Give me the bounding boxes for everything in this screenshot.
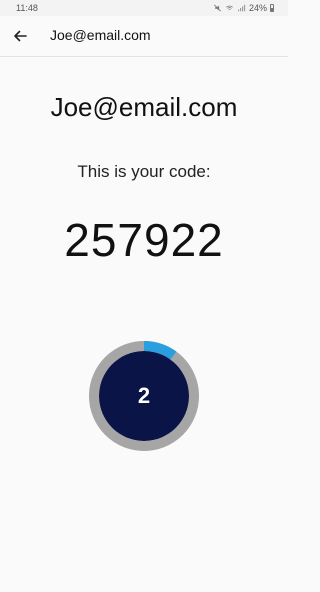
app-bar-title: Joe@email.com (50, 27, 151, 43)
battery-icon (270, 4, 274, 12)
back-arrow-icon[interactable] (10, 26, 30, 46)
wifi-icon (226, 5, 233, 10)
code-caption: This is your code: (77, 162, 211, 181)
account-email: Joe@email.com (50, 92, 238, 122)
signal-icon (238, 4, 246, 12)
status-bar: 11:48 24% (0, 0, 288, 16)
status-icons: 24% (213, 3, 274, 13)
verification-code: 257922 (64, 214, 224, 266)
status-time: 11:48 (16, 3, 38, 13)
battery-percent: 24% (248, 3, 267, 13)
mute-icon (214, 4, 221, 12)
countdown-timer: 2 (88, 340, 200, 452)
app-bar: Joe@email.com (0, 16, 288, 57)
timer-seconds: 2 (137, 383, 151, 408)
